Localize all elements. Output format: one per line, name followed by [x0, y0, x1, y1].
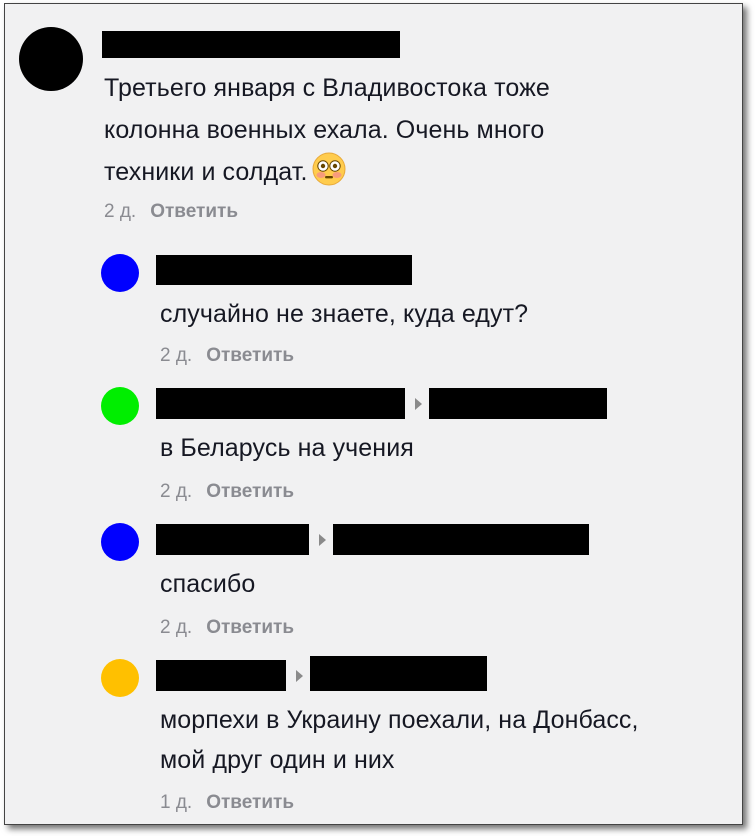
reply-button[interactable]: Ответить: [206, 481, 294, 502]
comment-text-line: спасибо: [160, 570, 256, 598]
comment-meta: 2 д. Ответить: [160, 344, 294, 368]
comment-text-line: техники и солдат.: [104, 152, 346, 198]
comment-meta: 2 д. Ответить: [104, 200, 238, 224]
comment-timestamp: 2 д.: [160, 481, 193, 502]
comment-text-line: Третьего января с Владивостока тоже: [104, 74, 550, 102]
comment-text-line: морпехи в Украину поехали, на Донбасс,: [160, 706, 639, 734]
comment-meta: 2 д. Ответить: [160, 616, 294, 640]
comment-timestamp: 1 д.: [160, 792, 193, 813]
caret-right-icon: [319, 534, 326, 546]
avatar[interactable]: [101, 254, 139, 292]
comments-panel: Третьего января с Владивостока тоже коло…: [4, 3, 743, 825]
reply-button[interactable]: Ответить: [206, 792, 294, 813]
redacted-username[interactable]: [156, 388, 405, 419]
redacted-reply-to-username[interactable]: [333, 524, 589, 555]
comment-timestamp: 2 д.: [160, 345, 193, 366]
comment-text-line: случайно не знаете, куда едут?: [160, 300, 529, 328]
redacted-reply-to-username[interactable]: [310, 656, 487, 691]
comment-text: техники и солдат.: [104, 158, 308, 186]
caret-right-icon: [415, 398, 422, 410]
reply-button[interactable]: Ответить: [206, 345, 294, 366]
comment-timestamp: 2 д.: [160, 617, 193, 638]
avatar[interactable]: [101, 387, 139, 425]
flushed-face-emoji: [312, 152, 346, 198]
avatar[interactable]: [19, 27, 83, 91]
caret-right-icon: [296, 670, 303, 682]
avatar[interactable]: [101, 523, 139, 561]
avatar[interactable]: [101, 659, 139, 697]
comment-text-line: мой друг один и них: [160, 746, 395, 774]
reply-button[interactable]: Ответить: [150, 201, 238, 222]
comment-text-line: в Беларусь на учения: [160, 434, 414, 462]
reply-button[interactable]: Ответить: [206, 617, 294, 638]
comment-meta: 1 д. Ответить: [160, 791, 294, 815]
redacted-username[interactable]: [156, 660, 286, 691]
comment-timestamp: 2 д.: [104, 201, 137, 222]
redacted-username[interactable]: [156, 524, 309, 555]
comment-meta: 2 д. Ответить: [160, 480, 294, 504]
redacted-username[interactable]: [102, 31, 400, 58]
redacted-reply-to-username[interactable]: [429, 388, 607, 419]
comment-text-line: колонна военных ехала. Очень много: [104, 116, 545, 144]
redacted-username[interactable]: [156, 255, 412, 285]
